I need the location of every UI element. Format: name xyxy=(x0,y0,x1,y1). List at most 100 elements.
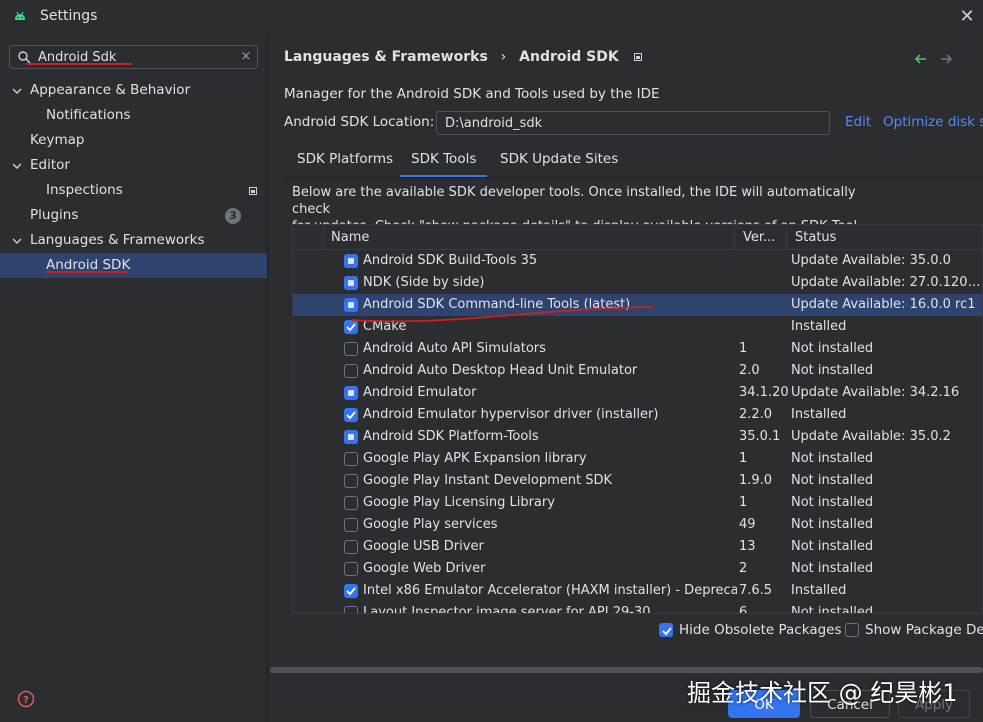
row-status: Not installed xyxy=(791,451,874,466)
svg-text:?: ? xyxy=(23,695,29,706)
close-icon[interactable]: ✕ xyxy=(956,6,978,28)
tree-item-editor[interactable]: Editor xyxy=(0,153,267,178)
tree-item-languages-frameworks[interactable]: Languages & Frameworks xyxy=(0,228,267,253)
row-version: 35.0.1 xyxy=(739,429,781,444)
row-checkbox[interactable] xyxy=(344,584,358,598)
help-icon[interactable]: ? xyxy=(17,690,35,708)
row-status: Installed xyxy=(791,319,847,334)
tree-item-inspections[interactable]: Inspections xyxy=(0,178,267,203)
row-checkbox[interactable] xyxy=(344,254,358,268)
search-icon xyxy=(18,51,31,64)
arrow-right-icon[interactable] xyxy=(939,52,953,66)
column-divider xyxy=(734,225,735,250)
tree-item-plugins[interactable]: Plugins 3 xyxy=(0,203,267,228)
row-version: 6 xyxy=(739,605,748,614)
row-version: 49 xyxy=(739,517,756,532)
chevron-down-icon xyxy=(12,88,22,94)
clear-search-icon[interactable]: × xyxy=(238,48,254,66)
column-header-name[interactable]: Name xyxy=(331,225,369,250)
row-checkbox[interactable] xyxy=(344,562,358,576)
row-name: Layout Inspector image server for API 29… xyxy=(363,605,651,614)
tree-item-android-sdk[interactable]: Android SDK xyxy=(0,253,267,278)
tab-sdk-platforms[interactable]: SDK Platforms xyxy=(297,144,393,178)
row-status: Not installed xyxy=(791,539,874,554)
hide-obsolete-label: Hide Obsolete Packages xyxy=(679,622,842,638)
row-name: Google Web Driver xyxy=(363,561,486,576)
settings-search-box[interactable]: × xyxy=(9,45,258,69)
table-row[interactable]: Intel x86 Emulator Accelerator (HAXM ins… xyxy=(293,580,982,602)
column-header-status[interactable]: Status xyxy=(795,225,836,250)
table-row[interactable]: Google Play APK Expansion library 1 Not in… xyxy=(293,448,982,470)
table-row[interactable]: Android Emulator 34.1.20 Update Available:… xyxy=(293,382,982,404)
row-checkbox[interactable] xyxy=(344,342,358,356)
row-status: Not installed xyxy=(791,561,874,576)
tree-item-keymap[interactable]: Keymap xyxy=(0,128,267,153)
tree-item-appearance-behavior[interactable]: Appearance & Behavior xyxy=(0,78,267,103)
table-row[interactable]: Android SDK Build-Tools 35 Update Availab… xyxy=(293,250,982,272)
breadcrumb-current: Android SDK xyxy=(519,49,619,65)
row-checkbox[interactable] xyxy=(344,496,358,510)
row-checkbox[interactable] xyxy=(344,452,358,466)
breadcrumb-separator: › xyxy=(500,49,507,65)
sdk-location-input[interactable] xyxy=(436,111,830,135)
row-checkbox[interactable] xyxy=(344,518,358,532)
row-checkbox[interactable] xyxy=(344,276,358,290)
row-name: NDK (Side by side) xyxy=(363,275,485,290)
table-row[interactable]: Google USB Driver 13 Not installed xyxy=(293,536,982,558)
checkmark-icon xyxy=(346,411,356,420)
row-version: 2.2.0 xyxy=(739,407,773,422)
table-row[interactable]: Android Emulator hypervisor driver (inst… xyxy=(293,404,982,426)
table-row[interactable]: Android Auto Desktop Head Unit Emulator 2… xyxy=(293,360,982,382)
row-name: Google Play Instant Development SDK xyxy=(363,473,613,488)
checkmark-icon xyxy=(662,627,672,636)
show-details-checkbox[interactable] xyxy=(845,623,859,637)
tree-item-notifications[interactable]: Notifications xyxy=(0,103,267,128)
checkmark-icon xyxy=(346,587,356,596)
table-row[interactable]: Google Play services 49 Not installed xyxy=(293,514,982,536)
row-checkbox[interactable] xyxy=(344,474,358,488)
sdk-tools-table: Name Ver... Status Android SDK Build-Too… xyxy=(292,224,983,614)
column-header-version[interactable]: Ver... xyxy=(743,225,775,250)
plugins-count-badge: 3 xyxy=(225,208,241,224)
edit-link[interactable]: Edit xyxy=(845,114,871,130)
table-row[interactable]: Android SDK Platform-Tools 35.0.1 Update A… xyxy=(293,426,982,448)
tree-item-label: Languages & Frameworks xyxy=(30,232,205,248)
annotation-underline-search xyxy=(26,63,132,65)
table-row[interactable]: Android Auto API Simulators 1 Not installe… xyxy=(293,338,982,360)
row-checkbox[interactable] xyxy=(344,540,358,554)
row-checkbox[interactable] xyxy=(344,606,358,613)
row-status: Not installed xyxy=(791,605,874,614)
row-status: Not installed xyxy=(791,495,874,510)
table-row[interactable]: Google Play Instant Development SDK 1.9.0… xyxy=(293,470,982,492)
breadcrumb: Languages & Frameworks › Android SDK xyxy=(284,49,642,67)
row-checkbox[interactable] xyxy=(344,386,358,400)
breadcrumb-parent[interactable]: Languages & Frameworks xyxy=(284,49,488,65)
row-checkbox[interactable] xyxy=(344,430,358,444)
android-icon xyxy=(15,11,25,20)
row-name: Google USB Driver xyxy=(363,539,484,554)
window-title: Settings xyxy=(40,8,98,24)
row-checkbox[interactable] xyxy=(344,408,358,422)
column-divider xyxy=(786,225,787,250)
table-row[interactable]: NDK (Side by side) Update Available: 27.0… xyxy=(293,272,982,294)
table-row[interactable]: Google Web Driver 2 Not installed xyxy=(293,558,982,580)
table-row[interactable]: Layout Inspector image server for API 29… xyxy=(293,602,982,614)
sdk-location-label: Android SDK Location: xyxy=(284,114,435,130)
row-name: Android SDK Build-Tools 35 xyxy=(363,253,538,268)
chevron-down-icon xyxy=(12,238,22,244)
row-name: Android Emulator hypervisor driver (inst… xyxy=(363,407,659,422)
row-version: 7.6.5 xyxy=(739,583,773,598)
hide-obsolete-checkbox[interactable] xyxy=(659,623,673,637)
arrow-left-icon[interactable] xyxy=(914,52,928,66)
row-checkbox[interactable] xyxy=(344,364,358,378)
show-details-label: Show Package Det xyxy=(865,622,983,638)
tab-sdk-update-sites[interactable]: SDK Update Sites xyxy=(500,144,618,178)
table-row[interactable]: Google Play Licensing Library 1 Not instal… xyxy=(293,492,982,514)
row-status: Not installed xyxy=(791,473,874,488)
tree-item-label: Inspections xyxy=(46,182,123,198)
row-version: 13 xyxy=(739,539,756,554)
row-version: 1 xyxy=(739,341,748,356)
annotation-underline-command-line-tools xyxy=(350,306,655,326)
optimize-disk-space-link[interactable]: Optimize disk sp xyxy=(883,114,983,130)
tab-sdk-tools[interactable]: SDK Tools xyxy=(400,144,488,178)
